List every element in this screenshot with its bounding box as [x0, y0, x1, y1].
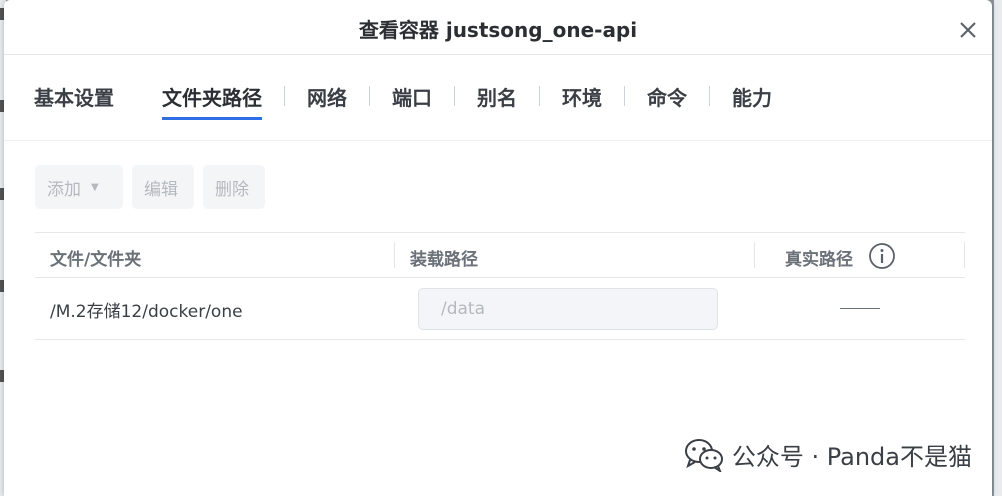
header-host-path: 文件/文件夹: [50, 250, 142, 270]
caret-down-icon: ▼: [91, 181, 99, 193]
tab-separator: [454, 86, 455, 106]
add-button-label: 添加: [47, 179, 81, 200]
column-separator: [754, 242, 755, 268]
info-icon[interactable]: [868, 242, 896, 270]
column-separator: [964, 242, 965, 268]
edit-button-label: 编辑: [144, 179, 178, 200]
tab-command[interactable]: 命令: [647, 80, 687, 117]
close-button[interactable]: [956, 18, 980, 42]
header-real-path: 真实路径: [785, 250, 853, 270]
tab-separator: [624, 86, 625, 106]
tab-separator: [284, 86, 285, 106]
tab-aliases[interactable]: 别名: [477, 80, 517, 117]
wechat-watermark: 公众号 · Panda不是猫: [684, 437, 972, 472]
header-mount-path: 装载路径: [410, 250, 478, 270]
watermark-text: 公众号 · Panda不是猫: [731, 443, 972, 471]
tab-bar: 基本设置 文件夹路径 网络 端口 别名 环境 命令 能力: [34, 80, 772, 120]
tab-folder-paths[interactable]: 文件夹路径: [162, 80, 262, 120]
real-path-empty-dash: [840, 308, 880, 309]
wechat-icon: [684, 438, 723, 472]
delete-button-label: 删除: [215, 179, 249, 200]
tab-network[interactable]: 网络: [307, 80, 347, 117]
tab-separator: [369, 86, 370, 106]
delete-button[interactable]: 删除: [203, 165, 265, 209]
mount-path-input[interactable]: [418, 288, 718, 330]
tab-separator: [709, 86, 710, 106]
table-header: 文件/文件夹 装载路径 真实路径: [35, 232, 965, 278]
container-detail-dialog: 查看容器 justsong_one-api 基本设置 文件夹路径 网络 端口 别…: [4, 0, 992, 496]
add-button[interactable]: 添加 ▼: [35, 165, 123, 209]
tab-separator: [539, 86, 540, 106]
tab-capabilities[interactable]: 能力: [732, 80, 772, 117]
column-separator: [394, 242, 395, 268]
table-row[interactable]: /M.2存储12/docker/one: [35, 278, 965, 340]
dialog-title: 查看容器 justsong_one-api: [358, 18, 638, 42]
close-icon: [960, 22, 976, 38]
edit-button[interactable]: 编辑: [132, 165, 194, 209]
tab-ports[interactable]: 端口: [392, 80, 432, 117]
tab-environment[interactable]: 环境: [562, 80, 602, 117]
tabs-divider: [4, 140, 992, 141]
dialog-header: 查看容器 justsong_one-api: [4, 0, 992, 55]
background-window-edge-right: [994, 0, 1002, 496]
host-path-cell: /M.2存储12/docker/one: [50, 302, 243, 322]
tab-basic-settings[interactable]: 基本设置: [34, 80, 114, 117]
toolbar: 添加 ▼ 编辑 删除: [35, 165, 265, 209]
folder-path-table: 文件/文件夹 装载路径 真实路径 /M.2存储12/docker/one: [35, 232, 965, 340]
